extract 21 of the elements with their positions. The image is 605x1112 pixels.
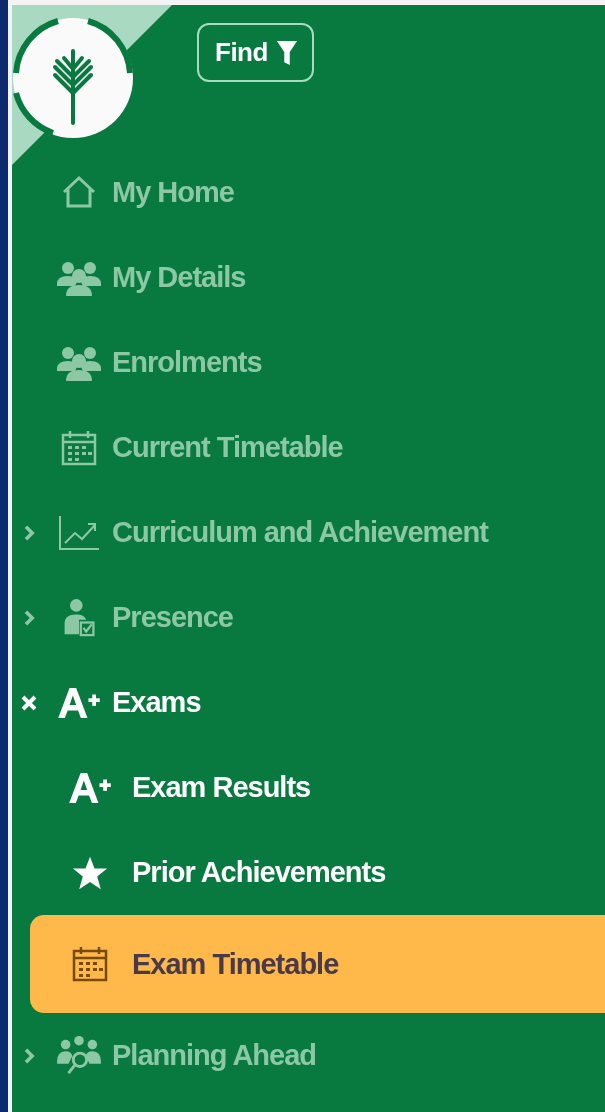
nav-subitem[interactable]: Exam Timetable bbox=[30, 915, 605, 1013]
a-plus-icon bbox=[56, 685, 102, 720]
chevron-right-icon bbox=[23, 609, 35, 626]
nav-item[interactable]: Current Timetable bbox=[12, 405, 605, 490]
nav-item[interactable]: My Home bbox=[12, 150, 605, 235]
nav-item[interactable]: Curriculum and Achievement bbox=[12, 490, 605, 575]
filter-icon bbox=[275, 39, 298, 66]
chevron-right-icon bbox=[23, 524, 35, 541]
nav-item[interactable]: Presence bbox=[12, 575, 605, 660]
a-plus-icon bbox=[67, 770, 113, 805]
nav-item[interactable]: Planning Ahead bbox=[12, 1013, 605, 1098]
find-button[interactable]: Find bbox=[197, 23, 314, 82]
calendar-icon bbox=[70, 944, 110, 984]
nav-item[interactable]: My Details bbox=[12, 235, 605, 320]
people-magnifier-icon bbox=[56, 1034, 102, 1077]
nav-item[interactable]: Exams bbox=[12, 660, 605, 745]
close-icon bbox=[21, 694, 37, 711]
chevron-right-icon bbox=[23, 1047, 35, 1064]
nav-item[interactable]: Enrolments bbox=[12, 320, 605, 405]
nav-subitem[interactable]: Exam Results bbox=[12, 745, 605, 830]
nav-subitem[interactable]: Prior Achievements bbox=[12, 830, 605, 915]
